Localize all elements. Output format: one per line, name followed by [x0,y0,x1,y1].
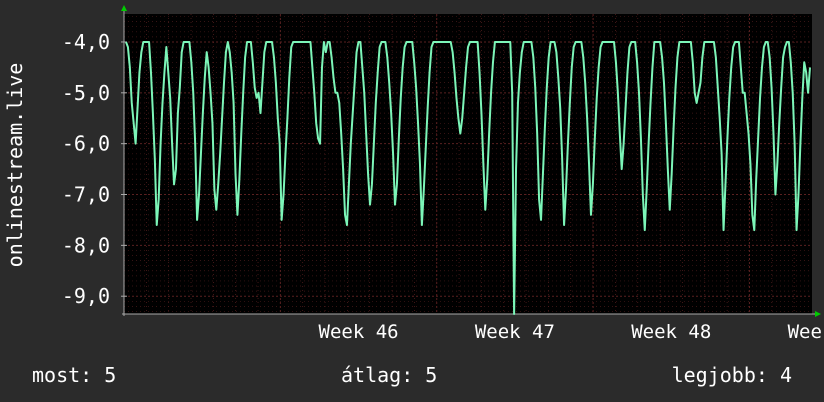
y-tick-label: -9,0 [62,284,110,308]
y-tick-label: -8,0 [62,233,110,257]
y-tick-label: -6,0 [62,132,110,156]
y-tick-label: -4,0 [62,30,110,54]
x-tick-label: Week 49 [788,321,824,343]
legend-average: átlag: 5 [341,363,437,387]
x-tick-label: Week 48 [631,321,711,343]
x-tick-label: Week 46 [319,321,399,343]
legend-max: legjobb: 4 [672,363,792,387]
x-tick-label: Week 47 [475,321,555,343]
legend-current: most: 5 [32,363,116,387]
y-tick-label: -5,0 [62,81,110,105]
chart: -4,0 -5,0 -6,0 -7,0 -8,0 -9,0 Week 46 Week 47 W… [0,0,824,402]
y-tick-label: -7,0 [62,183,110,207]
y-axis-label: onlinestream.live [3,63,27,268]
